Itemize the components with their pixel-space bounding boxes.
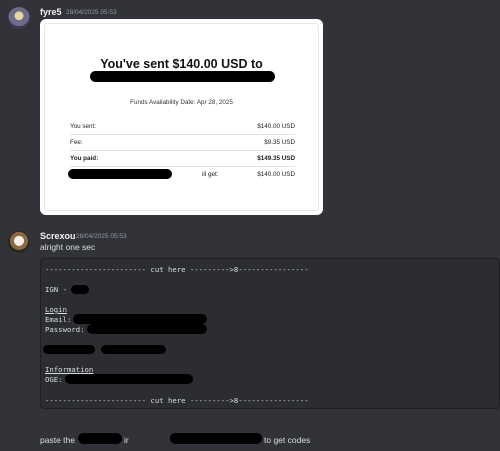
- receipt-divider: [70, 166, 295, 167]
- receipt-value: $9.35 USD: [264, 139, 295, 146]
- redaction-bar: [78, 433, 122, 444]
- cut-line: ----------------------- cut here -------…: [45, 396, 309, 405]
- receipt-divider: [70, 150, 295, 151]
- message-text-part: ir: [124, 435, 129, 445]
- receipt-frame: [44, 23, 319, 211]
- redaction-bar: [87, 324, 207, 334]
- message-text-part: paste the: [40, 435, 75, 445]
- receipt-label: ill get:: [202, 171, 219, 178]
- redaction-bar: [90, 71, 275, 82]
- avatar[interactable]: [8, 7, 30, 29]
- redaction-bar: [68, 169, 172, 179]
- message-text-part: to get codes: [264, 435, 311, 445]
- redaction-bar: [170, 433, 262, 444]
- receipt-image[interactable]: You've sent $140.00 USD to Funds Availab…: [40, 19, 323, 215]
- code-block: ----------------------- cut here -------…: [40, 258, 500, 409]
- receipt-value: $140.00 USD: [257, 171, 295, 178]
- timestamp: 28/04/2025 05:53: [66, 9, 117, 16]
- redaction-bar: [101, 345, 166, 354]
- message-text: alright one sec: [40, 242, 96, 252]
- receipt-divider: [70, 134, 295, 135]
- receipt-value: $149.35 USD: [257, 155, 295, 162]
- receipt-title: You've sent $140.00 USD to: [100, 57, 263, 71]
- ign-label: IGN -: [45, 285, 67, 294]
- username[interactable]: Screxou: [40, 231, 76, 241]
- username[interactable]: fyre5: [40, 7, 62, 17]
- redaction-bar: [43, 345, 95, 354]
- receipt-label: You paid:: [70, 155, 99, 162]
- receipt-label: You sent:: [70, 123, 97, 130]
- oge-label: OGE:: [45, 375, 63, 384]
- receipt-value: $140.00 USD: [257, 123, 295, 130]
- cut-line: ----------------------- cut here -------…: [45, 265, 309, 274]
- receipt-availability-date: Funds Availability Date: Apr 28, 2025: [130, 99, 233, 106]
- redaction-bar: [71, 285, 89, 294]
- timestamp: 28/04/2025 05:53: [76, 233, 127, 240]
- information-header: Information: [45, 365, 94, 374]
- redaction-bar: [73, 314, 207, 324]
- login-header: Login: [45, 305, 67, 314]
- redaction-bar: [65, 374, 193, 384]
- password-label: Password:: [45, 325, 85, 334]
- email-label: Email:: [45, 315, 72, 324]
- receipt-label: Fee:: [70, 139, 83, 146]
- avatar[interactable]: [8, 231, 30, 253]
